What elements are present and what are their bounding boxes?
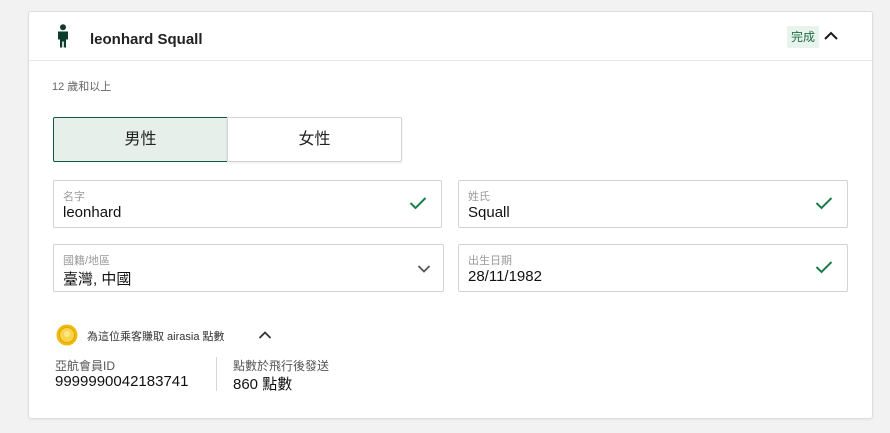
- divider: [216, 357, 217, 391]
- chevron-up-icon[interactable]: [821, 28, 841, 44]
- last-name-field[interactable]: 姓氏 Squall: [458, 180, 848, 228]
- gender-female-button[interactable]: 女性: [227, 117, 402, 162]
- nationality-label: 國籍/地區: [63, 255, 111, 267]
- nationality-value: 臺灣, 中國: [63, 271, 132, 288]
- birth-date-value: 28/11/1982: [468, 268, 542, 285]
- points-earn-value: 860 點數: [233, 376, 293, 393]
- passenger-name: leonhard Squall: [90, 31, 203, 48]
- birth-date-label: 出生日期: [468, 255, 512, 267]
- check-icon: [815, 197, 833, 210]
- check-icon: [409, 197, 427, 210]
- gender-male-button[interactable]: 男性: [53, 117, 228, 162]
- last-name-label: 姓氏: [468, 191, 490, 203]
- chevron-down-icon[interactable]: [417, 264, 431, 274]
- airasia-points-coin-icon: [56, 324, 78, 346]
- birth-date-field[interactable]: 出生日期 28/11/1982: [458, 244, 848, 292]
- first-name-label: 名字: [63, 191, 85, 203]
- chevron-up-icon[interactable]: [258, 330, 272, 340]
- first-name-field[interactable]: 名字 leonhard: [53, 180, 442, 228]
- member-id-label: 亞航會員ID: [55, 359, 116, 373]
- nationality-select[interactable]: 國籍/地區 臺灣, 中國: [53, 244, 444, 292]
- gender-selector: 男性 女性: [53, 117, 402, 163]
- points-earn-label: 點數於飛行後發送: [233, 359, 330, 373]
- last-name-value: Squall: [468, 204, 510, 221]
- passenger-card: leonhard Squall 完成 12 歲和以上 男性 女性 名字 leon…: [28, 11, 873, 419]
- first-name-value: leonhard: [63, 204, 122, 221]
- passenger-header[interactable]: leonhard Squall 完成: [29, 12, 872, 61]
- person-icon: [58, 24, 68, 48]
- age-category-note: 12 歲和以上: [52, 81, 112, 93]
- points-title: 為這位乘客賺取 airasia 點數: [87, 331, 225, 343]
- member-id-value: 9999990042183741: [55, 373, 189, 390]
- check-icon: [815, 261, 833, 274]
- status-badge: 完成: [787, 26, 820, 48]
